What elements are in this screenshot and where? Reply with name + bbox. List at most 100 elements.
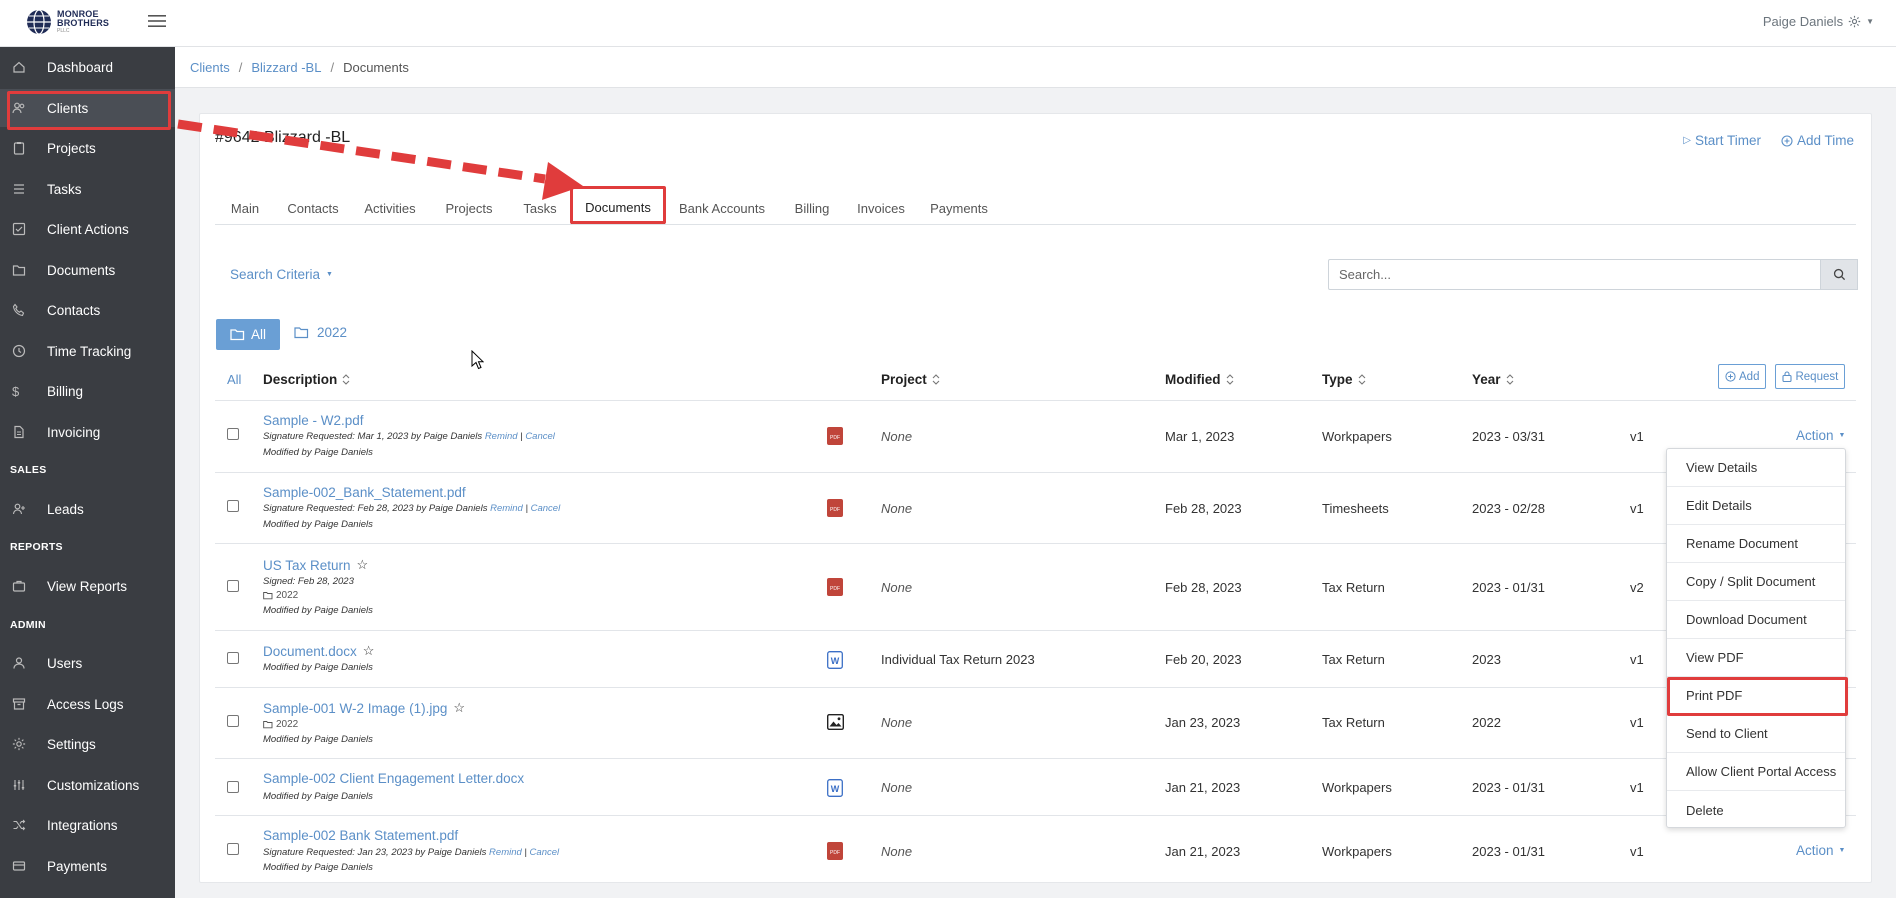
remind-link[interactable]: Remind <box>489 847 522 858</box>
document-name: US Tax Return <box>263 557 351 573</box>
signature-meta: Signature Requested: Jan 23, 2023 by Pai… <box>263 847 560 858</box>
company-logo[interactable]: MONROE BROTHERS PLLC <box>26 9 109 35</box>
sidebar-item-users[interactable]: Users <box>0 644 175 682</box>
request-label: Request <box>1795 370 1839 383</box>
tab-billing[interactable]: Billing <box>779 193 845 224</box>
tab-invoices[interactable]: Invoices <box>845 193 917 224</box>
sidebar-item-dashboard[interactable]: Dashboard <box>0 48 175 86</box>
menu-item-edit-details[interactable]: Edit Details <box>1667 487 1845 525</box>
sidebar-item-label: Client Actions <box>47 221 129 237</box>
sidebar-item-client-actions[interactable]: Client Actions <box>0 210 175 248</box>
tab-documents[interactable]: Documents <box>571 193 665 224</box>
add-document-button[interactable]: Add <box>1718 364 1767 389</box>
sidebar-item-view-reports[interactable]: View Reports <box>0 567 175 605</box>
sidebar-item-billing[interactable]: $ Billing <box>0 372 175 410</box>
row-checkbox[interactable] <box>227 843 239 855</box>
document-name-link[interactable]: Sample-002_Bank_Statement.pdf <box>263 485 466 500</box>
menu-item-delete[interactable]: Delete <box>1667 791 1845 829</box>
document-name-link[interactable]: US Tax Return ☆ <box>263 557 368 573</box>
sidebar-item-access-logs[interactable]: Access Logs <box>0 685 175 723</box>
modified-by-text: Modified by Paige Daniels <box>263 791 373 802</box>
tab-tasks[interactable]: Tasks <box>509 193 571 224</box>
star-icon[interactable]: ☆ <box>357 557 369 573</box>
search-criteria-toggle[interactable]: Search Criteria ▼ <box>230 267 333 282</box>
menu-item-send-to-client[interactable]: Send to Client <box>1667 715 1845 753</box>
tab-activities[interactable]: Activities <box>351 193 429 224</box>
project-cell: None <box>881 844 913 859</box>
folder-2022-link[interactable]: 2022 <box>294 325 347 340</box>
tab-projects[interactable]: Projects <box>429 193 509 224</box>
row-checkbox[interactable] <box>227 652 239 664</box>
remind-link[interactable]: Remind <box>490 503 523 514</box>
select-all-link[interactable]: All <box>227 372 241 387</box>
sidebar-item-leads[interactable]: Leads <box>0 490 175 528</box>
action-dropdown-button[interactable]: Action ▼ <box>1796 843 1845 858</box>
add-time-button[interactable]: Add Time <box>1781 133 1854 148</box>
document-name-link[interactable]: Sample-002 Bank Statement.pdf <box>263 828 458 843</box>
cancel-link[interactable]: Cancel <box>531 503 561 514</box>
remind-link[interactable]: Remind <box>485 431 518 442</box>
document-name-link[interactable]: Sample - W2.pdf <box>263 413 364 428</box>
star-icon[interactable]: ☆ <box>453 700 465 716</box>
cancel-link[interactable]: Cancel <box>530 847 560 858</box>
folder-all-button[interactable]: All <box>216 319 280 350</box>
version-cell: v1 <box>1630 652 1644 667</box>
search-button[interactable] <box>1821 259 1858 290</box>
row-checkbox[interactable] <box>227 500 239 512</box>
sidebar-item-tasks[interactable]: Tasks <box>0 170 175 208</box>
menu-item-view-details[interactable]: View Details <box>1667 449 1845 487</box>
search-input[interactable] <box>1328 259 1821 290</box>
sidebar-item-invoicing[interactable]: Invoicing <box>0 413 175 451</box>
lock-icon <box>1782 371 1793 382</box>
sidebar-item-settings[interactable]: Settings <box>0 725 175 763</box>
sidebar-item-clients[interactable]: Clients <box>0 89 175 127</box>
tab-payments[interactable]: Payments <box>917 193 1001 224</box>
sidebar-item-integrations[interactable]: Integrations <box>0 806 175 844</box>
row-checkbox[interactable] <box>227 715 239 727</box>
star-icon[interactable]: ☆ <box>363 643 375 659</box>
menu-item-allow-client-portal-access[interactable]: Allow Client Portal Access <box>1667 753 1845 791</box>
start-timer-button[interactable]: ▷ Start Timer <box>1683 133 1761 148</box>
header-modified[interactable]: Modified <box>1165 372 1234 387</box>
tab-main[interactable]: Main <box>215 193 275 224</box>
tab-bank-accounts[interactable]: Bank Accounts <box>665 193 779 224</box>
header-type[interactable]: Type <box>1322 372 1366 387</box>
sidebar-item-documents[interactable]: Documents <box>0 251 175 289</box>
breadcrumb-client-link[interactable]: Blizzard -BL <box>251 60 321 75</box>
pdf-file-icon: PDF <box>827 499 843 517</box>
search-box <box>1328 259 1858 290</box>
sidebar-item-customizations[interactable]: Customizations <box>0 766 175 804</box>
plus-circle-icon <box>1725 371 1736 382</box>
action-label: Action <box>1796 428 1834 443</box>
user-menu[interactable]: Paige Daniels ▼ <box>1763 14 1874 29</box>
request-document-button[interactable]: Request <box>1775 364 1846 389</box>
sidebar-item-time-tracking[interactable]: Time Tracking <box>0 332 175 370</box>
breadcrumb-clients-link[interactable]: Clients <box>190 60 230 75</box>
menu-item-print-pdf[interactable]: Print PDF <box>1667 677 1845 715</box>
gear-icon <box>12 737 34 751</box>
document-name: Sample - W2.pdf <box>263 413 364 428</box>
document-name-link[interactable]: Sample-001 W-2 Image (1).jpg ☆ <box>263 700 465 716</box>
sidebar-item-payments[interactable]: Payments <box>0 847 175 885</box>
header-year[interactable]: Year <box>1472 372 1514 387</box>
cancel-link[interactable]: Cancel <box>525 431 555 442</box>
sidebar-item-label: Invoicing <box>47 424 101 440</box>
row-checkbox[interactable] <box>227 428 239 440</box>
tab-contacts[interactable]: Contacts <box>275 193 351 224</box>
header-description[interactable]: Description <box>263 372 350 387</box>
action-dropdown-button[interactable]: Action ▼ <box>1796 428 1845 443</box>
sidebar-item-projects[interactable]: Projects <box>0 129 175 167</box>
menu-item-view-pdf[interactable]: View PDF <box>1667 639 1845 677</box>
svg-text:W: W <box>831 656 840 666</box>
header-project[interactable]: Project <box>881 372 940 387</box>
hamburger-menu-icon[interactable] <box>148 13 166 29</box>
document-name-link[interactable]: Document.docx ☆ <box>263 643 374 659</box>
document-name-link[interactable]: Sample-002 Client Engagement Letter.docx <box>263 771 524 786</box>
row-checkbox[interactable] <box>227 781 239 793</box>
row-checkbox[interactable] <box>227 580 239 592</box>
sidebar-item-contacts[interactable]: Contacts <box>0 291 175 329</box>
menu-item-download-document[interactable]: Download Document <box>1667 601 1845 639</box>
menu-item-copy-split-document[interactable]: Copy / Split Document <box>1667 563 1845 601</box>
user-plus-icon <box>12 502 34 516</box>
menu-item-rename-document[interactable]: Rename Document <box>1667 525 1845 563</box>
